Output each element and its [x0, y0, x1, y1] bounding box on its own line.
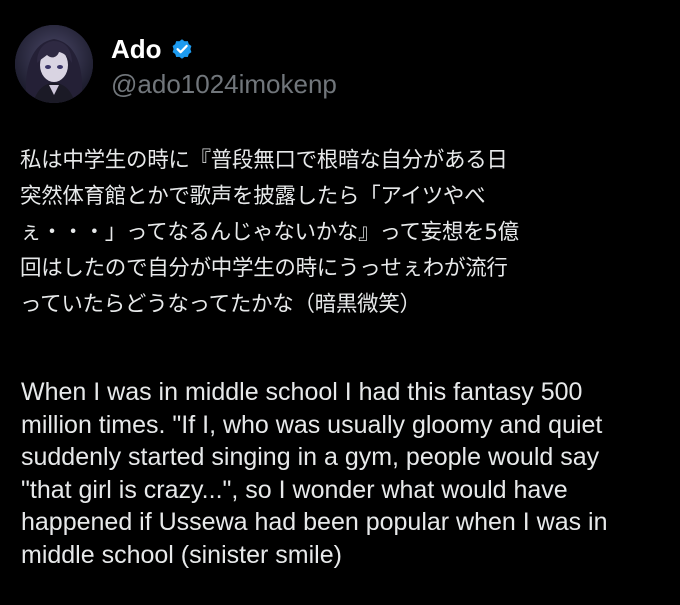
author-name-row: Ado	[111, 34, 194, 64]
translation-text: When I was in middle school I had this f…	[21, 376, 671, 571]
translation-line: middle school (sinister smile)	[21, 540, 342, 569]
author-display-name[interactable]: Ado	[111, 34, 162, 64]
translation-line: million times. "If I, who was usually gl…	[21, 410, 603, 439]
tweet-text-line: っていたらどうなってたかな（暗黒微笑）	[20, 292, 421, 317]
tweet: Ado @ado1024imokenp 私は中学生の時に『普段無口で根暗な自分が…	[0, 0, 680, 605]
verified-badge-icon[interactable]	[170, 37, 194, 61]
translation-line: When I was in middle school I had this f…	[21, 378, 583, 406]
tweet-text-line: 突然体育館とかで歌声を披露したら「アイツやべ	[20, 184, 486, 209]
author-handle[interactable]: @ado1024imokenp	[111, 69, 337, 99]
avatar-image	[15, 25, 93, 103]
tweet-text-line: 私は中学生の時に『普段無口で根暗な自分がある日	[20, 148, 508, 173]
translation-line: happened if Ussewa had been popular when…	[21, 508, 608, 536]
avatar[interactable]	[15, 25, 93, 103]
tweet-text-line: 回はしたので自分が中学生の時にうっせぇわが流行	[20, 256, 508, 281]
translation-line: suddenly started singing in a gym, peopl…	[21, 443, 600, 471]
tweet-text-line: ぇ・・・」ってなるんじゃないかな』って妄想を5億	[20, 220, 519, 245]
tweet-text: 私は中学生の時に『普段無口で根暗な自分がある日 突然体育館とかで歌声を披露したら…	[20, 143, 670, 323]
translation-line: "that girl is crazy...", so I wonder wha…	[21, 475, 568, 504]
